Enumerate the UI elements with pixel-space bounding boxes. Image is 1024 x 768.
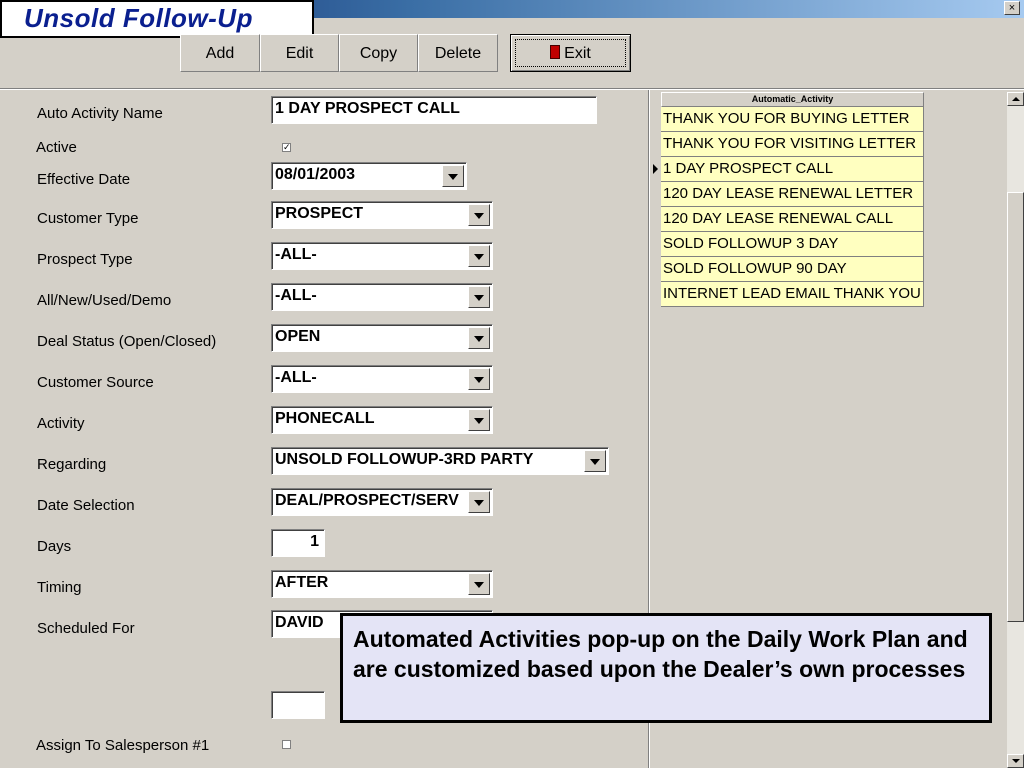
blank-input[interactable] — [271, 691, 325, 719]
regarding-value: UNSOLD FOLLOWUP-3RD PARTY — [275, 451, 534, 468]
deal-status-combo[interactable]: OPEN — [271, 324, 493, 352]
timing-value: AFTER — [275, 574, 329, 591]
customer-type-label: Customer Type — [37, 210, 139, 227]
chevron-down-icon[interactable] — [468, 491, 490, 513]
deal-status-label: Deal Status (Open/Closed) — [37, 333, 217, 350]
table-row[interactable]: THANK YOU FOR BUYING LETTER — [661, 107, 924, 132]
table-row[interactable]: 120 DAY LEASE RENEWAL LETTER — [661, 182, 924, 207]
copy-button[interactable]: Copy — [339, 34, 418, 72]
slide-title-box: Unsold Follow-Up — [0, 0, 314, 38]
table-row[interactable]: 120 DAY LEASE RENEWAL CALL — [661, 207, 924, 232]
active-checkbox[interactable]: ✓ — [282, 143, 291, 152]
customer-source-value: -ALL- — [275, 369, 317, 386]
customer-type-value: PROSPECT — [275, 205, 364, 222]
chevron-down-icon[interactable] — [584, 450, 606, 472]
prospect-type-combo[interactable]: -ALL- — [271, 242, 493, 270]
effective-date-combo[interactable]: 08/01/2003 — [271, 162, 467, 190]
callout-note: Automated Activities pop-up on the Daily… — [340, 613, 992, 723]
active-label: Active — [36, 139, 77, 156]
timing-combo[interactable]: AFTER — [271, 570, 493, 598]
chevron-down-icon[interactable] — [468, 286, 490, 308]
scroll-down-icon[interactable] — [1007, 754, 1024, 768]
check-icon: ✓ — [283, 142, 291, 152]
edit-button[interactable]: Edit — [260, 34, 339, 72]
grid-column-header[interactable]: Automatic_Activity — [661, 92, 924, 107]
customer-type-combo[interactable]: PROSPECT — [271, 201, 493, 229]
timing-label: Timing — [37, 579, 82, 596]
slide-title: Unsold Follow-Up — [24, 3, 253, 33]
chevron-down-icon[interactable] — [468, 204, 490, 226]
prospect-type-label: Prospect Type — [37, 251, 133, 268]
row-pointer-icon — [653, 164, 658, 174]
chevron-down-icon[interactable] — [468, 368, 490, 390]
scroll-up-icon[interactable] — [1007, 92, 1024, 106]
table-row[interactable]: INTERNET LEAD EMAIL THANK YOU — [661, 282, 924, 307]
effective-date-value: 08/01/2003 — [275, 166, 356, 183]
all-new-used-demo-combo[interactable]: -ALL- — [271, 283, 493, 311]
activity-combo[interactable]: PHONECALL — [271, 406, 493, 434]
days-input[interactable]: 1 — [271, 529, 325, 557]
vertical-scrollbar[interactable] — [1007, 92, 1024, 768]
customer-source-label: Customer Source — [37, 374, 154, 391]
close-icon: × — [1008, 2, 1016, 14]
scrollbar-thumb[interactable] — [1007, 192, 1024, 622]
days-label: Days — [37, 538, 72, 555]
chevron-down-icon[interactable] — [468, 327, 490, 349]
table-row[interactable]: SOLD FOLLOWUP 3 DAY — [661, 232, 924, 257]
scheduled-for-label: Scheduled For — [37, 620, 135, 637]
regarding-combo[interactable]: UNSOLD FOLLOWUP-3RD PARTY — [271, 447, 609, 475]
activity-label: Activity — [37, 415, 85, 432]
activity-value: PHONECALL — [275, 410, 375, 427]
all-new-used-demo-value: -ALL- — [275, 287, 317, 304]
add-button[interactable]: Add — [180, 34, 260, 72]
delete-button[interactable]: Delete — [418, 34, 498, 72]
automatic-activity-grid: Automatic_Activity THANK YOU FOR BUYING … — [651, 92, 925, 307]
all-new-used-demo-label: All/New/Used/Demo — [37, 292, 172, 309]
customer-source-combo[interactable]: -ALL- — [271, 365, 493, 393]
assign-salesperson-1-label: Assign To Salesperson #1 — [36, 737, 210, 754]
table-row[interactable]: THANK YOU FOR VISITING LETTER — [661, 132, 924, 157]
effective-date-label: Effective Date — [37, 171, 131, 188]
prospect-type-value: -ALL- — [275, 246, 317, 263]
table-row[interactable]: SOLD FOLLOWUP 90 DAY — [661, 257, 924, 282]
date-selection-label: Date Selection — [37, 497, 135, 514]
chevron-down-icon[interactable] — [468, 245, 490, 267]
date-selection-combo[interactable]: DEAL/PROSPECT/SERV — [271, 488, 493, 516]
exit-button[interactable]: Exit — [510, 34, 631, 72]
assign-salesperson-1-checkbox[interactable] — [282, 740, 291, 749]
deal-status-value: OPEN — [275, 328, 321, 345]
chevron-down-icon[interactable] — [468, 409, 490, 431]
regarding-label: Regarding — [37, 456, 107, 473]
chevron-down-icon[interactable] — [468, 573, 490, 595]
chevron-down-icon[interactable] — [442, 165, 464, 187]
auto-activity-name-input[interactable]: 1 DAY PROSPECT CALL — [271, 96, 597, 124]
table-row[interactable]: 1 DAY PROSPECT CALL — [661, 157, 924, 182]
exit-focus-rect — [515, 39, 626, 67]
date-selection-value: DEAL/PROSPECT/SERV — [275, 492, 459, 509]
auto-activity-name-label: Auto Activity Name — [37, 105, 163, 122]
window-close-button[interactable]: × — [1004, 1, 1020, 15]
